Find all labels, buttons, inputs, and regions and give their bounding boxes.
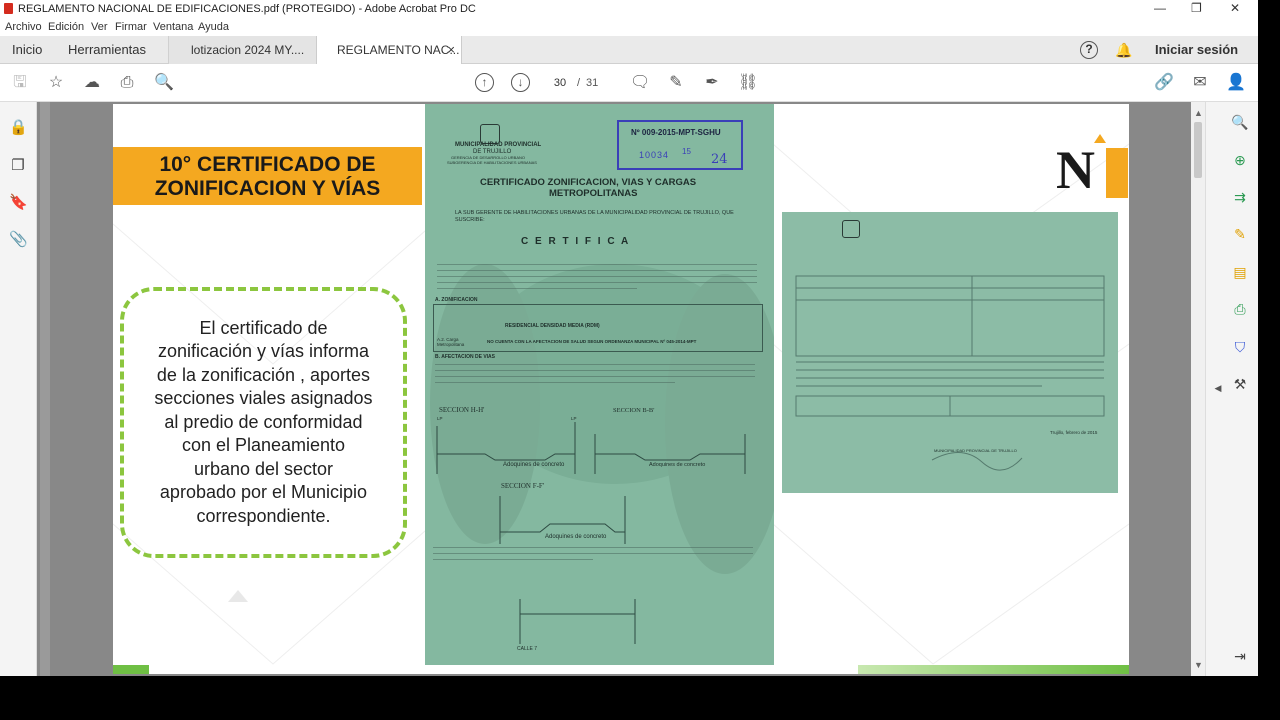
bookmark-icon[interactable]: 🔖 xyxy=(9,193,28,211)
slide-heading-line1: 10° CERTIFICADO DE xyxy=(159,153,376,176)
page-number-input[interactable] xyxy=(545,73,575,93)
email-icon[interactable]: ✉ xyxy=(1190,73,1210,93)
menu-ayuda[interactable]: Ayuda xyxy=(198,21,229,33)
menu-ventana[interactable]: Ventana xyxy=(153,21,193,33)
tab-document-reglamento-label: REGLAMENTO NAC... xyxy=(337,43,460,57)
calle-label: CALLE 7 xyxy=(517,646,538,652)
page-up-icon[interactable]: ↑ xyxy=(475,73,494,92)
acrobat-window: REGLAMENTO NACIONAL DE EDIFICACIONES.pdf… xyxy=(0,0,1258,676)
sign-in-button[interactable]: Iniciar sesión xyxy=(1155,36,1238,64)
export-pdf-icon[interactable]: ⇉ xyxy=(1230,187,1250,207)
more-tools-icon[interactable]: ⚒ xyxy=(1230,374,1250,394)
scrollbar-thumb[interactable] xyxy=(1194,122,1202,178)
toolbar: 🖫 ☆ ☁ ⎙ 🔍 ↑ ↓ / 31 🗨 ✎ ✒ ⛓ 🔗 ✉ 👤 xyxy=(0,64,1258,102)
lp-label-1: LP xyxy=(437,416,443,421)
footer-green-left xyxy=(113,665,149,674)
certificate-document-image: MUNICIPALIDAD PROVINCIAL DE TRUJILLO GER… xyxy=(425,104,774,666)
tab-inicio[interactable]: Inicio xyxy=(12,36,42,64)
slide-footer xyxy=(113,665,1129,674)
page-total: 31 xyxy=(586,77,599,89)
cloud-upload-icon[interactable]: ☁ xyxy=(82,73,102,93)
second-doc-date: Trujillo, febrero de 2015 xyxy=(1050,430,1098,435)
adoquines-label-2: Adoquines de concreto xyxy=(649,462,706,468)
tab-herramientas[interactable]: Herramientas xyxy=(68,36,146,64)
scroll-down-icon[interactable]: ▼ xyxy=(1194,660,1203,670)
pdf-icon xyxy=(4,3,13,14)
attachment-icon[interactable]: 📎 xyxy=(9,230,28,248)
highlight-pen-icon[interactable]: ✎ xyxy=(666,73,686,93)
tab-document-reglamento[interactable]: REGLAMENTO NAC... × xyxy=(316,36,462,65)
window-title: REGLAMENTO NACIONAL DE EDIFICACIONES.pdf… xyxy=(18,3,476,15)
close-tab-icon[interactable]: × xyxy=(447,36,455,64)
lp-label-2: LP xyxy=(571,416,577,421)
tab-bar: Inicio Herramientas lotizacion 2024 MY..… xyxy=(0,36,1258,65)
logo-accent xyxy=(1094,134,1106,143)
vertical-scrollbar[interactable]: ▲ ▼ xyxy=(1191,102,1205,676)
menu-bar: Archivo Edición Ver Firmar Ventana Ayuda xyxy=(0,19,1258,36)
edit-pdf-icon[interactable]: ✎ xyxy=(1230,224,1250,244)
adoquines-label-1: Adoquines de concreto xyxy=(503,462,565,468)
adoquines-label-3: Adoquines de concreto xyxy=(545,534,607,540)
right-tools-pane: 🔍 ⊕ ⇉ ✎ ▤ ⎙ ⛉ ⚒ ◀ ⇥ xyxy=(1205,102,1258,676)
sign-icon[interactable]: ✒ xyxy=(702,73,722,93)
slide-page: 10° CERTIFICADO DE ZONIFICACION Y VÍAS E… xyxy=(113,104,1129,674)
print-icon[interactable]: ⎙ xyxy=(117,73,137,93)
scroll-up-icon[interactable]: ▲ xyxy=(1194,108,1203,118)
menu-edicion[interactable]: Edición xyxy=(48,21,84,33)
comment-icon[interactable]: 🗨 xyxy=(630,73,650,93)
share-link-icon[interactable]: 🔗 xyxy=(1154,73,1174,93)
company-logo: N xyxy=(1056,134,1128,200)
menu-firmar[interactable]: Firmar xyxy=(115,21,147,33)
close-button[interactable]: ✕ xyxy=(1230,1,1240,15)
maximize-button[interactable]: ❐ xyxy=(1191,1,1202,15)
page-thumbnails-icon[interactable]: ❐ xyxy=(9,156,27,174)
logo-letter: N xyxy=(1056,140,1095,200)
second-document-image: Trujillo, febrero de 2015 MUNICIPALIDAD … xyxy=(782,212,1118,493)
collapse-right-pane-icon[interactable]: ◀ xyxy=(1208,378,1228,398)
bell-icon[interactable]: 🔔 xyxy=(1115,36,1132,64)
second-doc-muni: MUNICIPALIDAD PROVINCIAL DE TRUJILLO xyxy=(934,448,1017,453)
minimize-button[interactable]: — xyxy=(1154,1,1166,15)
zoom-search-icon[interactable]: 🔍 xyxy=(154,73,174,93)
organize-pages-icon[interactable]: ⎙ xyxy=(1230,299,1250,319)
zoom-icon[interactable]: 🔍 xyxy=(1230,112,1250,132)
tab-document-lotizacion[interactable]: lotizacion 2024 MY.... xyxy=(168,36,316,64)
menu-archivo[interactable]: Archivo xyxy=(5,21,42,33)
help-icon[interactable]: ? xyxy=(1080,41,1098,59)
left-navigation-pane: 🔒 ❐ 🔖 📎 ◀ xyxy=(0,102,50,676)
title-bar: REGLAMENTO NACIONAL DE EDIFICACIONES.pdf… xyxy=(0,0,1258,19)
comment-tool-icon[interactable]: ▤ xyxy=(1230,262,1250,282)
canvas-left-margin xyxy=(40,102,50,676)
section-ff-label: SECCION F-F' xyxy=(501,482,545,490)
page-down-icon[interactable]: ↓ xyxy=(511,73,530,92)
send-for-signature-icon[interactable]: ⛓ xyxy=(738,73,758,93)
lock-icon[interactable]: 🔒 xyxy=(9,118,28,136)
footer-green-right xyxy=(858,665,1129,674)
page-separator: / xyxy=(577,77,581,89)
description-bubble: El certificado de zonificación y vías in… xyxy=(120,287,407,558)
slide-heading-banner: 10° CERTIFICADO DE ZONIFICACION Y VÍAS xyxy=(113,147,422,205)
star-icon[interactable]: ☆ xyxy=(46,73,66,93)
second-crest-icon xyxy=(842,220,860,238)
road-section-drawings xyxy=(436,422,746,644)
expand-panel-icon[interactable]: ⇥ xyxy=(1230,646,1250,666)
slide-heading-line2: ZONIFICACION Y VÍAS xyxy=(154,177,381,200)
menu-ver[interactable]: Ver xyxy=(91,21,108,33)
protect-icon[interactable]: ⛉ xyxy=(1230,337,1250,357)
add-user-icon[interactable]: 👤 xyxy=(1226,73,1246,93)
create-pdf-icon[interactable]: ⊕ xyxy=(1230,150,1250,170)
save-icon[interactable]: 🖫 xyxy=(10,73,30,93)
logo-orange-bar xyxy=(1106,148,1128,198)
